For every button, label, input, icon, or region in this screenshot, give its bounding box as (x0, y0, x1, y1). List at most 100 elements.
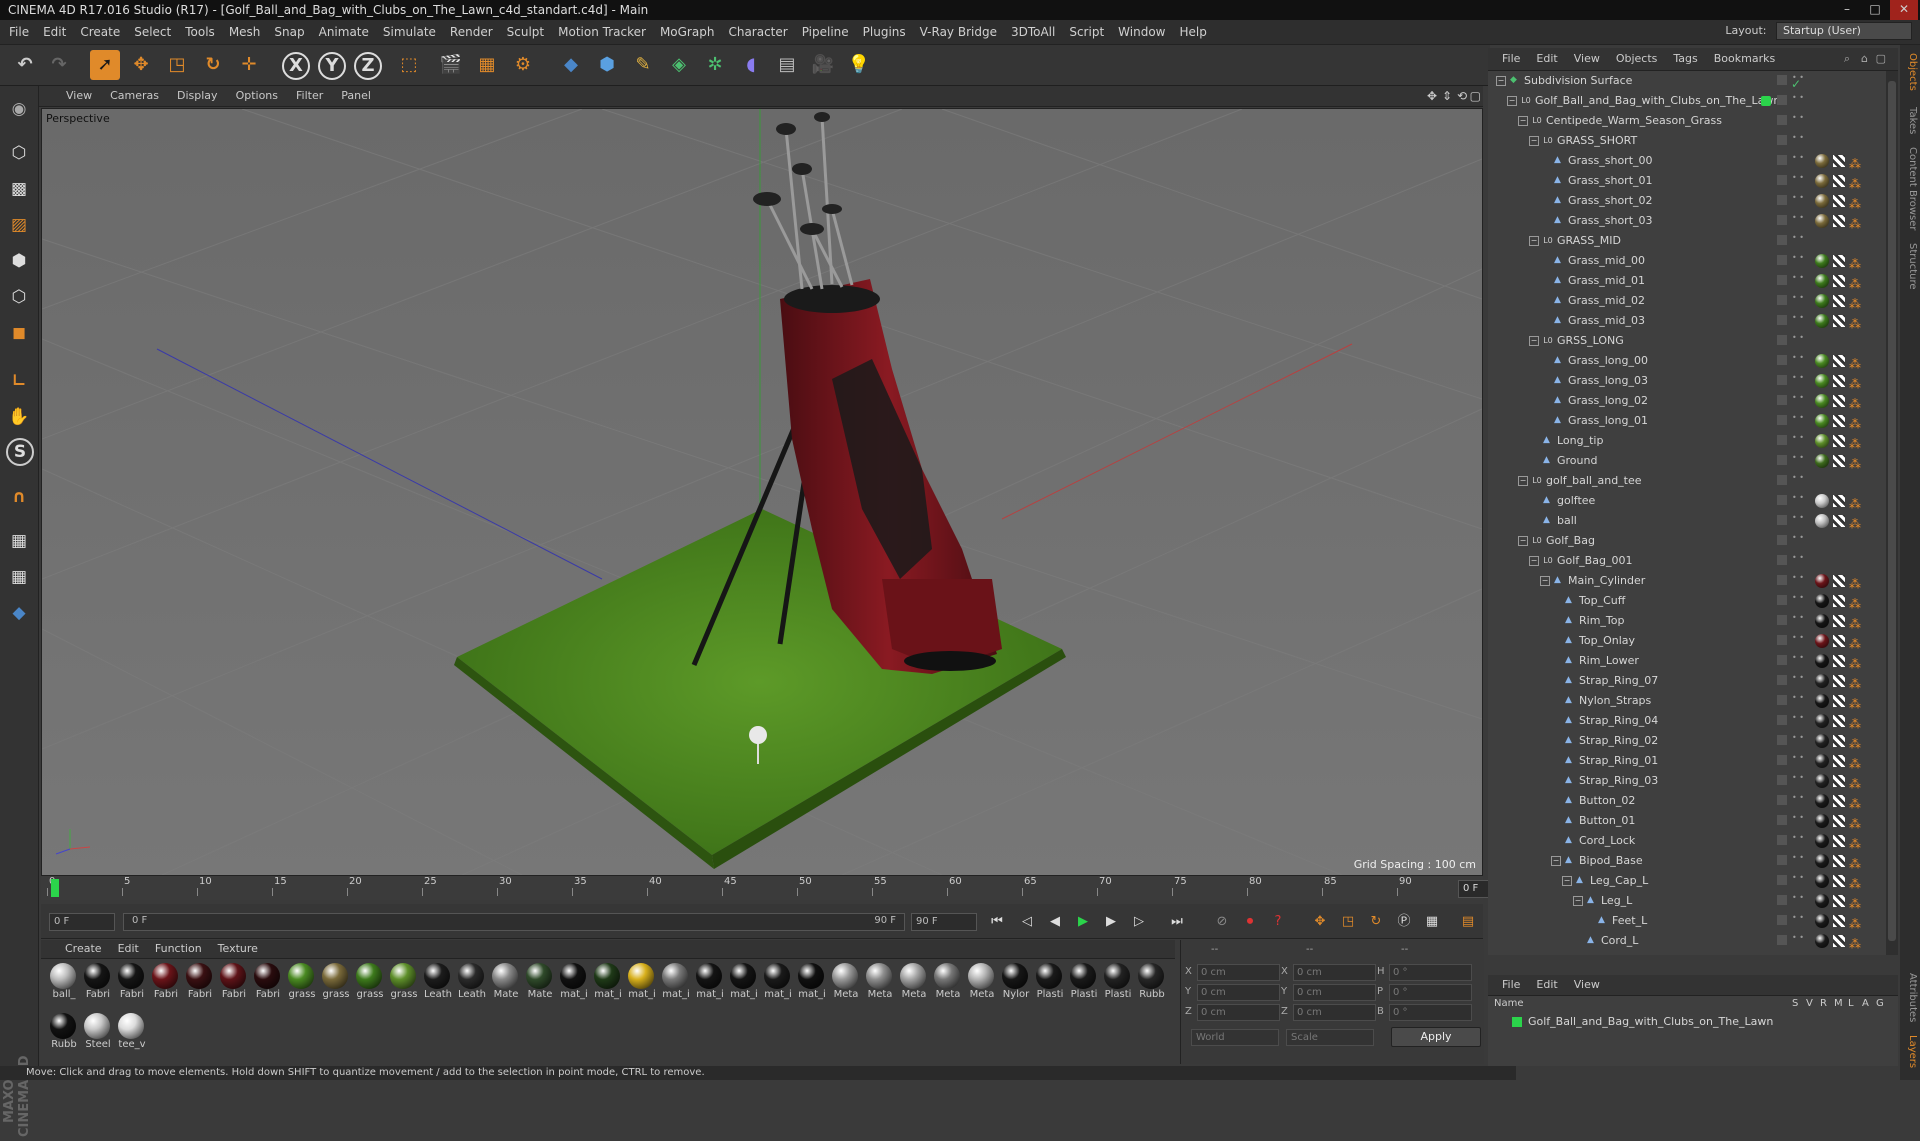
material-tag-icon[interactable] (1815, 394, 1829, 408)
object-visibility-toggle[interactable] (1777, 275, 1787, 285)
object-row[interactable]: − ▲ Leg_L • • ⁂ (1488, 891, 1886, 911)
material-tag-icon[interactable] (1815, 314, 1829, 328)
object-row[interactable]: ▲ Strap_Ring_04 • • ⁂ (1488, 711, 1886, 732)
object-row[interactable]: ▲ Grass_long_03 • • ⁂ (1488, 371, 1886, 392)
object-visibility-toggle[interactable] (1777, 475, 1787, 485)
material-swatch[interactable]: Meta (829, 963, 861, 1000)
object-render-dots[interactable]: • • (1792, 494, 1804, 505)
object-visibility-toggle[interactable] (1777, 795, 1787, 805)
object-menu-file[interactable]: File (1494, 48, 1528, 70)
expand-toggle-icon[interactable]: − (1540, 576, 1550, 586)
menu-sculpt[interactable]: Sculpt (500, 20, 551, 44)
object-render-dots[interactable]: • • (1792, 154, 1804, 165)
object-visibility-toggle[interactable] (1777, 535, 1787, 545)
object-visibility-toggle[interactable] (1777, 835, 1787, 845)
axis-mode-icon[interactable]: ∟ (4, 366, 34, 396)
expand-toggle-icon[interactable]: − (1562, 876, 1572, 886)
object-visibility-toggle[interactable] (1777, 455, 1787, 465)
layout-dropdown[interactable]: Startup (User) (1776, 22, 1912, 40)
tab-attributes[interactable]: Attributes (1902, 973, 1918, 1022)
material-swatch[interactable]: mat_i (795, 963, 827, 1000)
material-tag-icon[interactable] (1815, 594, 1829, 608)
move-icon[interactable]: ✥ (126, 50, 156, 80)
workplane-mode-icon[interactable]: ▨ (4, 210, 34, 240)
menu-render[interactable]: Render (443, 20, 500, 44)
key-parameter-icon[interactable]: Ⓟ (1393, 911, 1415, 933)
uv-tag-icon[interactable] (1833, 355, 1845, 367)
menu-script[interactable]: Script (1062, 20, 1111, 44)
search-icon[interactable]: ⌕ (1844, 52, 1850, 66)
material-tag-icon[interactable] (1815, 694, 1829, 708)
material-swatch[interactable]: grass (319, 963, 351, 1000)
uv-tag-icon[interactable] (1833, 595, 1845, 607)
material-tag-icon[interactable] (1815, 894, 1829, 908)
uv-tag-icon[interactable] (1833, 275, 1845, 287)
viewport-menu-display[interactable]: Display (168, 86, 227, 106)
material-swatch[interactable]: mat_i (693, 963, 725, 1000)
object-render-dots[interactable]: • • (1792, 894, 1804, 905)
object-row[interactable]: ▲ Strap_Ring_01 • • ⁂ (1488, 751, 1886, 772)
material-swatch[interactable]: mat_i (761, 963, 793, 1000)
object-visibility-toggle[interactable] (1777, 335, 1787, 345)
viewport-menu-filter[interactable]: Filter (287, 86, 332, 106)
expand-toggle-icon[interactable]: − (1518, 536, 1528, 546)
tab-takes[interactable]: Takes (1902, 107, 1918, 134)
material-swatch[interactable]: Leath (455, 963, 487, 1000)
object-render-dots[interactable]: • • (1792, 194, 1804, 205)
uv-tag-icon[interactable] (1833, 215, 1845, 227)
material-tag-icon[interactable] (1815, 934, 1829, 948)
object-row[interactable]: ▲ Grass_mid_02 • • ⁂ (1488, 291, 1886, 312)
object-render-dots[interactable]: • • (1792, 634, 1804, 645)
tweak-mode-icon[interactable]: ✋ (4, 402, 34, 432)
coord-rotation-field[interactable]: 0 ° (1389, 984, 1472, 1001)
object-row[interactable]: ▲ Cord_Lock • • ⁂ (1488, 831, 1886, 852)
object-row[interactable]: ▲ Strap_Ring_02 • • ⁂ (1488, 731, 1886, 752)
material-swatch[interactable]: mat_i (591, 963, 623, 1000)
uv-tag-icon[interactable] (1833, 455, 1845, 467)
play-icon[interactable]: ▶ (1072, 911, 1094, 933)
material-swatch[interactable]: Leath (421, 963, 453, 1000)
object-row[interactable]: − L0 Golf_Bag_001 • • (1488, 551, 1886, 571)
material-swatch[interactable]: mat_i (625, 963, 657, 1000)
object-row[interactable]: − ◆ Subdivision Surface • • ✓ (1488, 71, 1886, 91)
object-visibility-toggle[interactable] (1777, 95, 1787, 105)
object-row[interactable]: ▲ Rim_Top • • ⁂ (1488, 611, 1886, 632)
object-row[interactable]: − L0 GRSS_LONG • • (1488, 331, 1886, 351)
object-render-dots[interactable]: • • (1792, 854, 1804, 865)
rotate-icon[interactable]: ↻ (198, 50, 228, 80)
new-view-icon[interactable]: ▢ (1876, 52, 1886, 65)
close-button[interactable]: ✕ (1890, 0, 1918, 20)
object-row[interactable]: ▲ Nylon_Straps • • ⁂ (1488, 691, 1886, 712)
object-row[interactable]: ▲ ball • • ⁂ (1488, 511, 1886, 532)
autokey-icon[interactable]: ⏺ (1239, 911, 1261, 933)
uv-tag-icon[interactable] (1833, 715, 1845, 727)
timeline-window-icon[interactable]: ▤ (1457, 911, 1479, 933)
object-visibility-toggle[interactable] (1777, 315, 1787, 325)
object-row[interactable]: ▲ Feet_L • • ⁂ (1488, 911, 1886, 932)
object-row[interactable]: ▲ Rim_Lower • • ⁂ (1488, 651, 1886, 672)
object-menu-objects[interactable]: Objects (1608, 48, 1666, 70)
viewport-menu-options[interactable]: Options (227, 86, 287, 106)
coord-size-field[interactable]: 0 cm (1293, 1004, 1376, 1021)
object-visibility-toggle[interactable] (1777, 555, 1787, 565)
object-visibility-toggle[interactable] (1777, 655, 1787, 665)
material-swatch[interactable]: Rubb (1135, 963, 1167, 1000)
coordinate-mode-dropdown[interactable]: World (1191, 1029, 1279, 1046)
object-render-dots[interactable]: • • (1792, 834, 1804, 845)
material-tag-icon[interactable] (1815, 794, 1829, 808)
object-manager-scrollbar[interactable] (1886, 71, 1898, 955)
key-scale-icon[interactable]: ◳ (1337, 911, 1359, 933)
material-swatch[interactable]: mat_i (557, 963, 589, 1000)
y-axis-icon[interactable]: Y (318, 52, 346, 80)
object-render-dots[interactable]: • • (1792, 174, 1804, 185)
menu-plugins[interactable]: Plugins (856, 20, 913, 44)
range-slider[interactable]: 0 F 90 F (123, 913, 905, 931)
coord-position-field[interactable]: 0 cm (1197, 1004, 1280, 1021)
material-swatch[interactable]: ball_ (47, 963, 79, 1000)
material-tag-icon[interactable] (1815, 274, 1829, 288)
layer-menu-view[interactable]: View (1566, 975, 1608, 995)
coord-size-field[interactable]: 0 cm (1293, 964, 1376, 981)
pen-icon[interactable]: ✎ (628, 50, 658, 80)
expand-toggle-icon[interactable]: − (1496, 76, 1506, 86)
tab-objects[interactable]: Objects (1902, 53, 1918, 91)
